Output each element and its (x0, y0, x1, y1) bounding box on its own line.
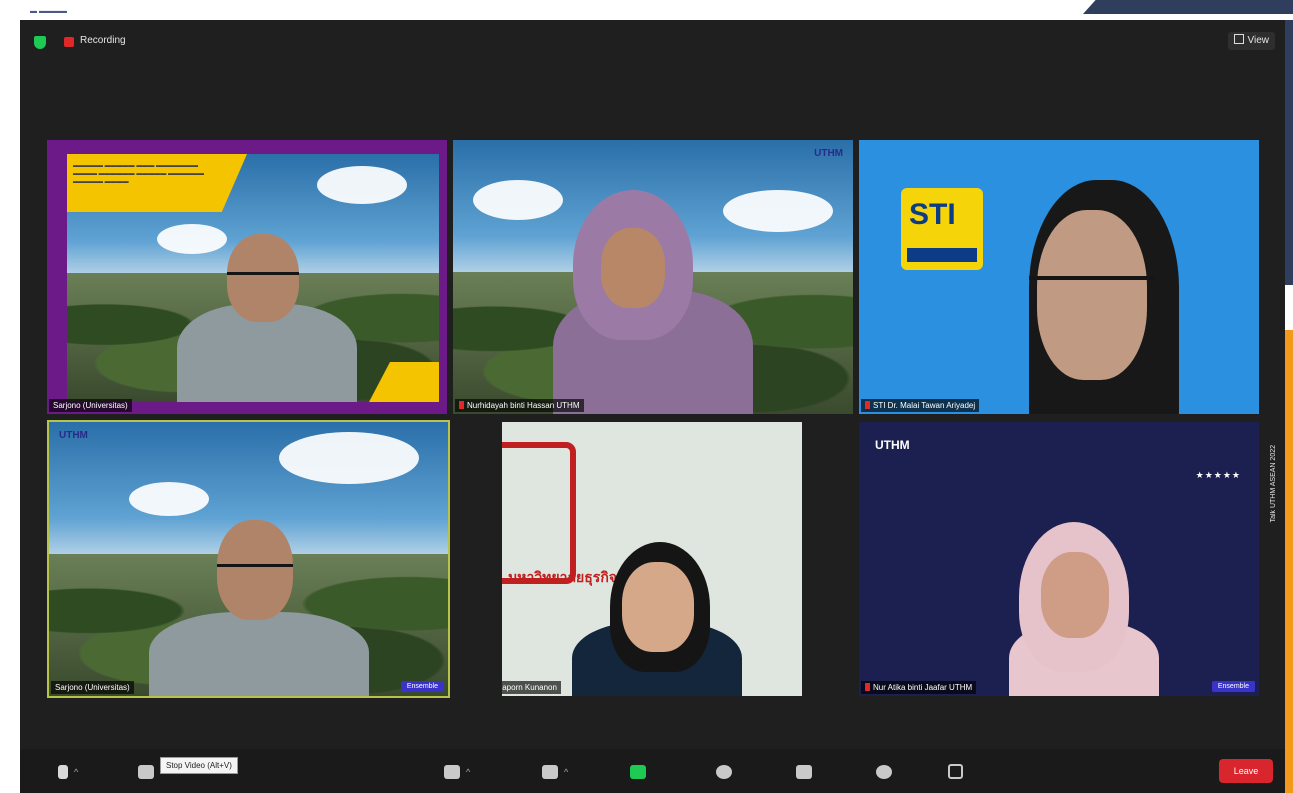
participant-face (622, 562, 694, 652)
share-screen-button[interactable] (630, 761, 646, 781)
edge-decoration-navy (1285, 20, 1293, 285)
meeting-toolbar: ^ Stop Video (Alt+V) ^ ^ Leave (20, 749, 1285, 793)
participant-name: Sarjono (Universitas) (51, 681, 134, 694)
participants-icon (444, 764, 460, 779)
participant-name: Sarjono (Universitas) (49, 399, 132, 412)
video-tile-6[interactable]: UTHM ★★★★★ Nur Atika binti Jaafar UTHM E… (859, 422, 1259, 696)
apps-icon (948, 764, 963, 780)
breakout-rooms-icon (796, 764, 812, 779)
corner-decoration (1083, 0, 1293, 14)
rating-stars: ★★★★★ (1195, 470, 1241, 480)
video-button[interactable] (138, 761, 154, 781)
video-tile-5[interactable]: มหาวิทยาลัยธุรกิจบัณฑิตย์ Thanaporn Kuna… (502, 422, 802, 696)
chevron-up-icon[interactable]: ^ (466, 762, 470, 782)
view-button-label: View (1247, 35, 1270, 46)
muted-mic-icon (865, 683, 870, 691)
video-tile-3[interactable]: STI STI Dr. Malai Tawan Ariyadej (859, 140, 1259, 414)
status-badge: Ensemble (1211, 681, 1255, 692)
top-strip: ▬ ▬▬▬▬ (0, 0, 1293, 20)
chat-icon (542, 764, 558, 779)
leave-button[interactable]: Leave (1219, 759, 1273, 783)
participant-face (227, 234, 299, 322)
participant-name: STI Dr. Malai Tawan Ariyadej (861, 399, 980, 412)
share-screen-icon (630, 764, 646, 779)
sti-logo: STI (901, 188, 983, 270)
uthm-logo: UTHM (875, 438, 910, 452)
tooltip: Stop Video (Alt+V) (160, 757, 238, 774)
uthm-logo: UTHM (814, 148, 843, 159)
video-tile-4[interactable]: UTHM Sarjono (Universitas) Ensemble (47, 420, 450, 698)
breakout-rooms-button[interactable] (796, 761, 812, 781)
muted-mic-icon (865, 401, 870, 409)
side-caption: Talk UTHM ASEAN 2022 (1270, 445, 1277, 523)
video-tile-1[interactable]: ▬▬▬▬▬ ▬▬▬▬▬ ▬▬▬ ▬▬▬▬▬▬▬ ▬▬▬▬ ▬▬▬▬▬▬ ▬▬▬▬… (47, 140, 447, 414)
app-logo-icon: ▬ ▬▬▬▬ (30, 8, 67, 15)
participant-face (1037, 210, 1147, 380)
muted-mic-icon (459, 401, 464, 409)
uthm-logo: UTHM (59, 430, 88, 441)
participants-button[interactable]: ^ (444, 761, 470, 781)
video-tile-2[interactable]: UTHM Nurhidayah binti Hassan UTHM (453, 140, 853, 414)
apps-button[interactable] (948, 761, 963, 781)
participant-face (1041, 552, 1109, 638)
view-button[interactable]: View (1227, 32, 1275, 50)
participant-name: Nurhidayah binti Hassan UTHM (455, 399, 584, 412)
video-feed: ▬▬▬▬▬ ▬▬▬▬▬ ▬▬▬ ▬▬▬▬▬▬▬ ▬▬▬▬ ▬▬▬▬▬▬ ▬▬▬▬… (67, 154, 439, 402)
reactions-button[interactable] (876, 761, 892, 781)
banner: ▬▬▬▬▬ ▬▬▬▬▬ ▬▬▬ ▬▬▬▬▬▬▬ ▬▬▬▬ ▬▬▬▬▬▬ ▬▬▬▬… (67, 154, 247, 212)
chevron-up-icon[interactable]: ^ (564, 762, 568, 782)
reactions-icon (876, 764, 892, 779)
security-shield-icon[interactable] (34, 36, 46, 49)
participant-name: Thanaporn Kunanon (502, 681, 561, 694)
meeting-window: Recording View ▬▬▬▬▬ ▬▬▬▬▬ ▬▬▬ ▬▬▬▬▬▬▬ ▬… (20, 20, 1285, 793)
microphone-muted-icon (58, 764, 68, 779)
meeting-top-bar: Recording View (20, 20, 1285, 64)
recording-icon (64, 37, 74, 47)
recording-label[interactable]: Recording (80, 35, 126, 46)
record-button[interactable] (716, 761, 732, 781)
participant-face (217, 520, 293, 620)
chat-button[interactable]: ^ (542, 761, 568, 781)
participant-name: Nur Atika binti Jaafar UTHM (861, 681, 977, 694)
record-icon (716, 764, 732, 779)
mute-button[interactable]: ^ (58, 761, 78, 781)
video-camera-icon (138, 764, 154, 779)
status-badge: Ensemble (400, 681, 444, 692)
edge-decoration-orange (1285, 330, 1293, 793)
chevron-up-icon[interactable]: ^ (74, 762, 78, 782)
university-seal-icon (502, 442, 576, 584)
grid-view-icon (1233, 34, 1244, 44)
participant-face (601, 228, 665, 308)
